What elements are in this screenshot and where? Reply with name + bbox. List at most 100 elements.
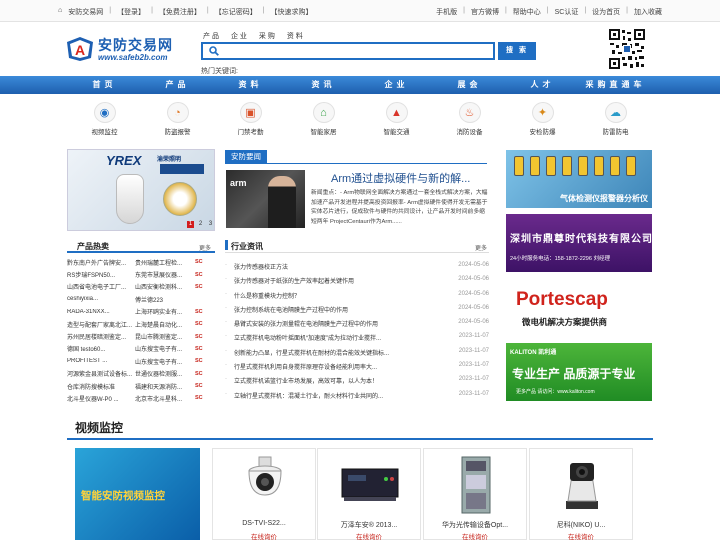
industry-news-title-link[interactable]: 行星式搅拌机利用自身搅拌原理存设备经能利用率大... bbox=[234, 362, 454, 371]
hot-product-row[interactable]: 苏州民居楼暗测鉴定... 昆山市腾测鉴定... SC bbox=[67, 330, 215, 342]
hot-product-name[interactable]: RADA-31NXX... bbox=[67, 309, 135, 315]
category-smart-traffic[interactable]: ▲ 智能交通 bbox=[360, 102, 433, 136]
video-banner[interactable]: 智能安防视频监控 bbox=[75, 448, 200, 540]
hot-product-row[interactable]: 仓库消防搜模标准 福建和天源消防... SC bbox=[67, 380, 215, 392]
hot-products-more[interactable]: 更多 bbox=[199, 243, 211, 252]
hot-product-company[interactable]: 山西安衡检测科... bbox=[135, 282, 195, 291]
left-banner-ad[interactable]: YREX 渝荣照明 bbox=[67, 149, 215, 231]
nav-companies[interactable]: 企业 bbox=[360, 76, 433, 94]
hot-product-company[interactable]: 福建和天源消防... bbox=[135, 382, 195, 391]
hot-product-company[interactable]: 贵州瑞麓工程检... bbox=[135, 258, 195, 267]
hot-product-row[interactable]: 造型与配套厂家离北江... 上海楚晨自动化... SC bbox=[67, 318, 215, 330]
industry-news-row[interactable]: · 行星式搅拌机利用自身搅拌原理存设备经能利用率大... 2023-11-07 bbox=[225, 362, 489, 376]
search-input[interactable] bbox=[225, 45, 491, 57]
banner-page-2[interactable]: 2 bbox=[197, 221, 204, 228]
nav-products[interactable]: 产品 bbox=[141, 76, 214, 94]
industry-news-title-link[interactable]: 立式搅拌机诺篮行业市场发展，高效可靠，以人为本！ bbox=[234, 376, 454, 385]
ad-gas-detector[interactable]: 气体检测仪报警器分析仪 bbox=[506, 150, 652, 208]
hot-product-name[interactable]: PROFITEST ... bbox=[67, 358, 135, 364]
help-link[interactable]: 帮助中心 bbox=[513, 7, 541, 17]
product-card[interactable]: 尼科(NIKO) U... 在线询价 bbox=[529, 448, 633, 540]
industry-news-more[interactable]: 更多 bbox=[475, 243, 487, 252]
industry-news-row[interactable]: · 立轴行星式搅拌机：混凝土行业，耐火材料行业共同的... 2023-11-07 bbox=[225, 391, 489, 405]
product-price-link[interactable]: 在线询价 bbox=[318, 531, 420, 540]
nav-news[interactable]: 资讯 bbox=[287, 76, 360, 94]
news-image[interactable]: arm bbox=[226, 170, 305, 228]
hot-product-company[interactable]: 上海楚晨自动化... bbox=[135, 320, 195, 329]
ad-portescap[interactable]: Portescap 微电机解决方案提供商 bbox=[506, 279, 652, 337]
weibo-link[interactable]: 官方微博 bbox=[471, 7, 499, 17]
login-link[interactable]: 【登录】 bbox=[117, 7, 145, 17]
industry-news-title-link[interactable]: 什么是称重模块力控制？ bbox=[234, 291, 454, 300]
site-name[interactable]: 安防交易网 bbox=[68, 7, 103, 17]
hot-product-company[interactable]: 山东搜宝电子有... bbox=[135, 357, 195, 366]
industry-news-row[interactable]: · 创新能力凸显，行星式搅拌机在耐材的混合能效关键指标... 2023-11-07 bbox=[225, 348, 489, 362]
news-tab[interactable]: 安防要闻 bbox=[225, 150, 267, 164]
category-smart-home[interactable]: ⌂ 智能家居 bbox=[287, 102, 360, 136]
hot-product-name[interactable]: ceshiyixia... bbox=[67, 296, 135, 302]
hot-product-row[interactable]: 河源紫金县测试设备标... 世通仪器检测服... SC bbox=[67, 368, 215, 380]
industry-news-row[interactable]: · 什么是称重模块力控制？ 2024-05-06 bbox=[225, 291, 489, 305]
hot-product-row[interactable]: RADA-31NXX... 上海环鸥实业有... SC bbox=[67, 306, 215, 318]
hot-product-name[interactable]: 山西省电池电子工厂... bbox=[67, 282, 135, 291]
hot-product-company[interactable]: 傅兰德223 bbox=[135, 295, 195, 304]
industry-news-title-link[interactable]: 张力传感器对于纸张的生产效率起着关键作用 bbox=[234, 276, 454, 285]
hot-product-name[interactable]: 北斗星仪器W-P0 ... bbox=[67, 394, 135, 403]
product-price-link[interactable]: 在线询价 bbox=[530, 531, 632, 540]
category-anti-theft-alarm[interactable]: ◔ 防盗报警 bbox=[141, 102, 214, 136]
hot-product-row[interactable]: 德国 testo60... 山东搜宝电子有... SC bbox=[67, 343, 215, 355]
banner-page-1[interactable]: 1 bbox=[187, 221, 194, 228]
hot-product-row[interactable]: 北斗星仪器W-P0 ... 北京市北斗星科... SC bbox=[67, 392, 215, 404]
hot-product-row[interactable]: 山西省电池电子工厂... 山西安衡检测科... SC bbox=[67, 281, 215, 293]
industry-news-title-link[interactable]: 悬臂式安装的张力测量辊在电池隔膜生产过程中的作用 bbox=[234, 319, 454, 328]
quick-buy-link[interactable]: 【快速求购】 bbox=[271, 7, 313, 17]
category-fire-equipment[interactable]: ♨ 消防设备 bbox=[433, 102, 506, 136]
search-tab-documents[interactable]: 资 料 bbox=[287, 31, 303, 41]
hot-product-row[interactable]: ceshiyixia... 傅兰德223 bbox=[67, 293, 215, 305]
nav-talent[interactable]: 人才 bbox=[506, 76, 579, 94]
product-card[interactable]: DS-TVI-S22... 在线询价 bbox=[212, 448, 316, 540]
hot-product-name[interactable]: 苏州民居楼暗测鉴定... bbox=[67, 332, 135, 341]
hot-product-name[interactable]: 德国 testo60... bbox=[67, 344, 135, 353]
product-price-link[interactable]: 在线询价 bbox=[213, 531, 315, 540]
news-headline[interactable]: Arm通过虚拟硬件与新的解... bbox=[331, 170, 470, 186]
home-icon[interactable]: ⌂ bbox=[58, 7, 62, 17]
industry-news-title-link[interactable]: 张力传感器校正方法 bbox=[234, 262, 454, 271]
search-button[interactable]: 搜 索 bbox=[498, 42, 536, 60]
hot-product-company[interactable]: 世通仪器检测服... bbox=[135, 369, 195, 378]
nav-exhibitions[interactable]: 展会 bbox=[433, 76, 506, 94]
category-video-surveillance[interactable]: ◉ 视频监控 bbox=[68, 102, 141, 136]
register-link[interactable]: 【免费注册】 bbox=[159, 7, 201, 17]
hot-product-name[interactable]: 河源紫金县测试设备标... bbox=[67, 369, 135, 378]
industry-news-title-link[interactable]: 张力控制系统在电池隔膜生产过程中的作用 bbox=[234, 305, 454, 314]
set-homepage-link[interactable]: 设为首页 bbox=[592, 7, 620, 17]
sc-cert-link[interactable]: SC认证 bbox=[555, 7, 579, 17]
mobile-link[interactable]: 手机版 bbox=[436, 7, 457, 17]
hot-product-company[interactable]: 昆山市腾测鉴定... bbox=[135, 332, 195, 341]
industry-news-title-link[interactable]: 创新能力凸显，行星式搅拌机在耐材的混合能效关键指标... bbox=[234, 348, 454, 357]
hot-product-row[interactable]: RS步瑞FSPN50... 东莞市慧展仪器... SC bbox=[67, 268, 215, 280]
banner-page-3[interactable]: 3 bbox=[207, 221, 214, 228]
forgot-password-link[interactable]: 【忘记密码】 bbox=[215, 7, 257, 17]
product-card[interactable]: 万泽车安® 2013... 在线询价 bbox=[317, 448, 421, 540]
hot-product-company[interactable]: 山东搜宝电子有... bbox=[135, 344, 195, 353]
search-tab-products[interactable]: 产 品 bbox=[203, 31, 219, 41]
hot-product-name[interactable]: 仓库消防搜模标准 bbox=[67, 382, 135, 391]
hot-product-row[interactable]: PROFITEST ... 山东搜宝电子有... SC bbox=[67, 355, 215, 367]
industry-news-row[interactable]: · 立式搅拌机诺篮行业市场发展，高效可靠，以人为本！ 2023-11-07 bbox=[225, 376, 489, 390]
industry-news-row[interactable]: · 张力控制系统在电池隔膜生产过程中的作用 2024-05-06 bbox=[225, 305, 489, 319]
industry-news-row[interactable]: · 立式搅拌机电动粉叶摇面机“加速度”成为拉动行业搅拌... 2023-11-07 bbox=[225, 333, 489, 347]
product-price-link[interactable]: 在线询价 bbox=[424, 531, 526, 540]
hot-product-name[interactable]: 造型与配套厂家离北江... bbox=[67, 320, 135, 329]
industry-news-row[interactable]: · 悬臂式安装的张力测量辊在电池隔膜生产过程中的作用 2024-05-06 bbox=[225, 319, 489, 333]
industry-news-row[interactable]: · 张力传感器校正方法 2024-05-06 bbox=[225, 262, 489, 276]
category-access-control[interactable]: ▣ 门禁考勤 bbox=[214, 102, 287, 136]
hot-product-name[interactable]: RS步瑞FSPN50... bbox=[67, 270, 135, 279]
industry-news-title-link[interactable]: 立式搅拌机电动粉叶摇面机“加速度”成为拉动行业搅拌... bbox=[234, 333, 454, 342]
product-card[interactable]: 华为光传输设备Opt... 在线询价 bbox=[423, 448, 527, 540]
nav-documents[interactable]: 资料 bbox=[214, 76, 287, 94]
search-tab-purchases[interactable]: 采 购 bbox=[259, 31, 275, 41]
site-logo[interactable]: A 安防交易网 www.safeb2b.com bbox=[66, 34, 176, 64]
ad-dingzun[interactable]: 深圳市鼎尊时代科技有限公司 24小时服务电话：158-1872-2296 刘经理 bbox=[506, 214, 652, 272]
industry-news-title-link[interactable]: 立轴行星式搅拌机：混凝土行业，耐火材料行业共同的... bbox=[234, 391, 454, 400]
